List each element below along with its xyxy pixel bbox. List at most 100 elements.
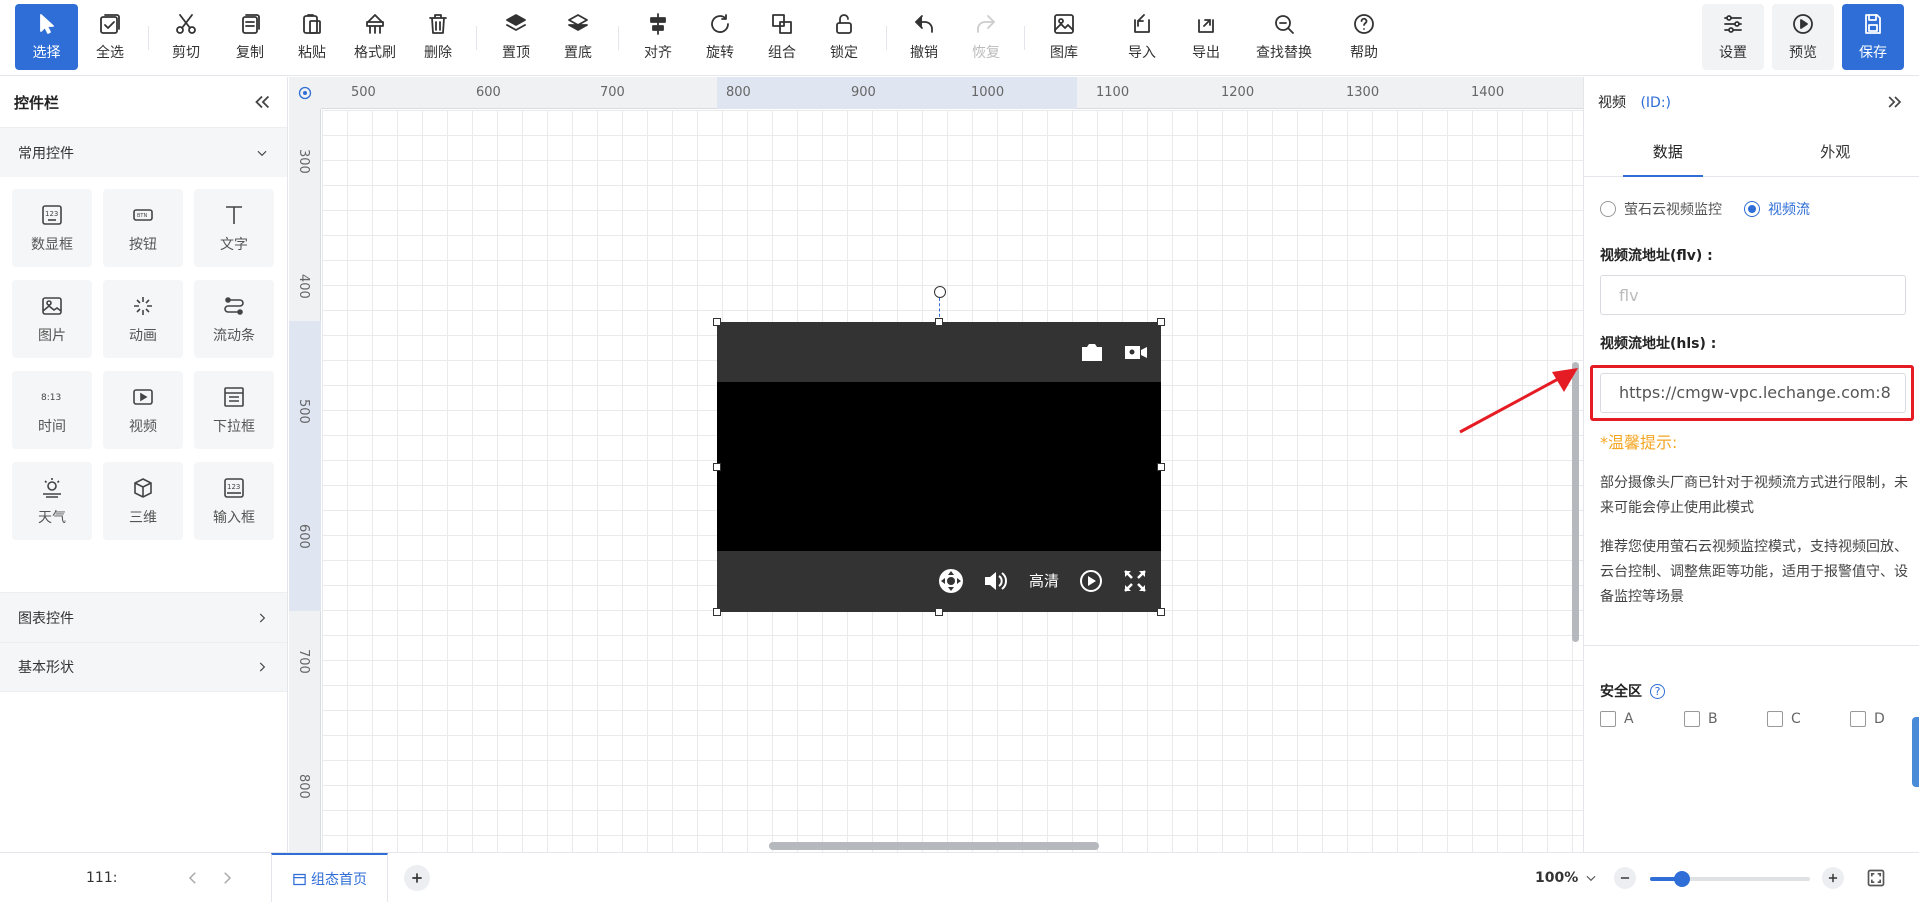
checkbox-box [1684,711,1700,727]
component-label: 数显框 [31,236,73,253]
fullscreen-button[interactable] [1122,568,1148,598]
select-button[interactable]: 选择 [15,4,78,70]
group-button[interactable]: 组合 [752,4,812,70]
video-icon [133,388,153,405]
prev-page-button[interactable] [184,853,202,902]
component-label: 天气 [38,509,66,526]
target-icon[interactable] [298,86,312,100]
zoom-in-button[interactable] [1822,867,1844,889]
record-button[interactable] [1123,339,1149,369]
properties-tabs: 数据 外观 [1584,127,1919,177]
ruler-label: 500 [296,399,311,424]
resize-handle[interactable] [935,608,943,616]
component-3d[interactable]: 三维 [103,462,183,540]
zoom-select[interactable]: 100% [1535,853,1598,902]
component-flow-bar[interactable]: 流动条 [194,280,274,358]
category-common[interactable]: 常用控件 [0,127,287,177]
redo-button[interactable]: 恢复 [958,4,1014,70]
component-button[interactable]: BTN 按钮 [103,189,183,267]
cut-button[interactable]: 剪切 [158,4,214,70]
component-label: 按钮 [129,236,157,253]
tab-data[interactable]: 数据 [1584,127,1752,176]
category-common-label: 常用控件 [18,145,74,162]
resize-handle[interactable] [935,318,943,326]
find-replace-button[interactable]: 查找替换 [1248,4,1320,70]
page-tab-home[interactable]: 组态首页 [271,853,388,902]
fit-screen-button[interactable] [1866,853,1886,902]
component-input[interactable]: 123 输入框 [194,462,274,540]
zoom-out-button[interactable] [1614,867,1636,889]
safe-zone-checkbox-a[interactable]: A [1600,711,1634,727]
video-widget[interactable]: 高清 [717,322,1161,612]
resize-handle[interactable] [1157,463,1165,471]
radio-stream[interactable]: 视频流 [1744,199,1810,219]
to-bottom-button[interactable]: 置底 [548,4,608,70]
component-dropdown[interactable]: 下拉框 [194,371,274,449]
undo-icon [915,15,933,33]
help-button[interactable]: 帮助 [1334,4,1394,70]
ptz-button[interactable] [938,568,964,598]
to-top-button[interactable]: 置顶 [486,4,546,70]
playback-button[interactable] [1078,568,1104,598]
resize-handle[interactable] [1157,608,1165,616]
safe-zone-checkbox-d[interactable]: D [1850,711,1885,727]
category-shapes[interactable]: 基本形状 [0,642,287,692]
component-animation[interactable]: 动画 [103,280,183,358]
animation-icon [134,296,152,315]
zoom-slider-thumb[interactable] [1674,871,1690,887]
radio-ezviz[interactable]: 萤石云视频监控 [1600,199,1722,219]
category-chart[interactable]: 图表控件 [0,592,287,642]
volume-button[interactable] [982,568,1008,598]
save-button[interactable]: 保存 [1842,4,1904,70]
resize-handle[interactable] [713,318,721,326]
component-video[interactable]: 视频 [103,371,183,449]
component-text[interactable]: 文字 [194,189,274,267]
paste-label: 粘贴 [298,45,326,61]
settings-button[interactable]: 设置 [1702,4,1764,70]
tab-appearance[interactable]: 外观 [1752,127,1919,176]
collapse-left-icon[interactable] [251,91,273,113]
tip-text-2: 推荐您使用萤石云视频监控模式，支持视频回放、云台控制、调整焦距等功能，适用于报警… [1600,539,1908,605]
component-numeric-display[interactable]: 123 数显框 [12,189,92,267]
align-button[interactable]: 对齐 [628,4,688,70]
next-page-button[interactable] [218,853,236,902]
safe-zone-checkbox-c[interactable]: C [1767,711,1801,727]
import-button[interactable]: 导入 [1112,4,1172,70]
add-page-button[interactable] [404,865,430,891]
undo-button[interactable]: 撤销 [896,4,952,70]
snapshot-button[interactable] [1079,339,1105,369]
export-button[interactable]: 导出 [1176,4,1236,70]
help-circle-icon[interactable]: ? [1650,683,1665,699]
text-icon [226,205,242,224]
library-button[interactable]: 图库 [1034,4,1094,70]
horizontal-scrollbar[interactable] [769,842,1099,850]
delete-button[interactable]: 删除 [410,4,466,70]
resize-handle[interactable] [713,608,721,616]
format-brush-button[interactable]: 格式刷 [346,4,404,70]
side-handle[interactable] [1912,717,1919,787]
safe-zone-checkbox-b[interactable]: B [1684,711,1718,727]
toolbar-divider [1024,26,1025,50]
component-image[interactable]: 图片 [12,280,92,358]
quality-button[interactable]: 高清 [1029,570,1059,591]
rotate-button[interactable]: 旋转 [690,4,750,70]
paste-button[interactable]: 粘贴 [284,4,340,70]
select-all-button[interactable]: 全选 [80,4,140,70]
resize-handle[interactable] [713,463,721,471]
collapse-right-icon[interactable] [1885,92,1905,112]
copy-button[interactable]: 复制 [222,4,278,70]
resize-handle[interactable] [1157,318,1165,326]
component-panel: 控件栏 常用控件 123 数显框 BTN 按钮 文字 图片 动画 流动条 8:1… [0,77,288,852]
video-control-bar: 高清 [717,551,1161,612]
chevron-right-icon [259,662,266,672]
flv-input[interactable] [1600,275,1906,315]
rotate-handle[interactable] [934,286,946,298]
lock-button[interactable]: 锁定 [814,4,874,70]
component-time[interactable]: 8:13 时间 [12,371,92,449]
component-weather[interactable]: 天气 [12,462,92,540]
preview-button[interactable]: 预览 [1772,4,1834,70]
undo-label: 撤销 [910,45,938,61]
toolbar-divider [476,26,477,50]
component-label: 视频 [129,418,157,435]
ruler-label: 300 [296,149,311,174]
